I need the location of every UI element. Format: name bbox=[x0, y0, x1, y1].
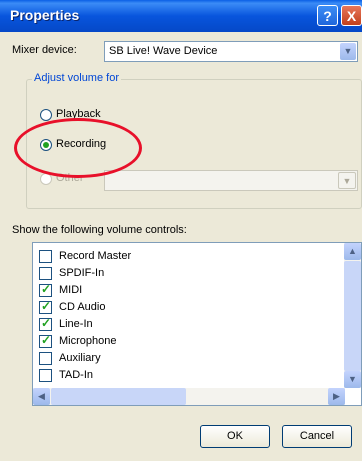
mixer-device-label: Mixer device: bbox=[12, 44, 77, 56]
close-icon: X bbox=[346, 8, 357, 24]
scroll-right-button[interactable]: ▶ bbox=[328, 388, 345, 405]
checkmark-icon: ✓ bbox=[41, 282, 52, 296]
properties-dialog: Properties ? X Mixer device: SB Live! Wa… bbox=[0, 0, 362, 461]
help-button[interactable]: ? bbox=[317, 5, 338, 26]
checkbox[interactable]: ✓ bbox=[39, 316, 52, 331]
checkmark-icon: ✓ bbox=[41, 316, 52, 330]
scroll-h-thumb[interactable] bbox=[51, 388, 186, 405]
checkbox[interactable]: ✓ bbox=[39, 333, 52, 348]
scroll-left-button[interactable]: ◀ bbox=[33, 388, 50, 405]
list-item-label: Record Master bbox=[59, 250, 132, 262]
checkbox[interactable]: ✓ bbox=[39, 282, 52, 297]
scroll-down-button[interactable]: ▼ bbox=[344, 371, 361, 388]
help-icon: ? bbox=[323, 8, 332, 24]
checkmark-icon: ✓ bbox=[41, 333, 52, 347]
list-item[interactable]: ✓ MIDI bbox=[33, 282, 333, 299]
list-item-label: Line-In bbox=[59, 318, 93, 330]
list-item-label: TAD-In bbox=[59, 369, 94, 381]
window-title: Properties bbox=[10, 7, 80, 23]
adjust-volume-title: Adjust volume for bbox=[32, 72, 121, 84]
ok-button[interactable]: OK bbox=[200, 425, 270, 448]
checkbox[interactable] bbox=[39, 250, 52, 263]
volume-controls-list[interactable]: Record Master SPDIF-In ✓ MIDI ✓ CD Audio ✓ Line… bbox=[32, 242, 362, 406]
mixer-device-value: SB Live! Wave Device bbox=[109, 45, 218, 57]
checkbox[interactable] bbox=[39, 267, 52, 280]
list-item[interactable]: ✓ CD Audio bbox=[33, 299, 333, 316]
checkbox[interactable] bbox=[39, 369, 52, 382]
checkbox[interactable] bbox=[39, 352, 52, 365]
close-button[interactable]: X bbox=[341, 5, 362, 26]
title-bar[interactable]: Properties ? X bbox=[0, 0, 362, 32]
controls-label: Show the following volume controls: bbox=[12, 224, 187, 236]
list-item-label: CD Audio bbox=[59, 301, 106, 313]
horizontal-scrollbar[interactable]: ◀ ▶ bbox=[33, 388, 345, 405]
vertical-scrollbar[interactable]: ▲ ▼ bbox=[344, 243, 361, 388]
list-item[interactable]: ✓ Microphone bbox=[33, 333, 333, 350]
list-item[interactable]: Record Master bbox=[33, 249, 333, 265]
list-item-label: MIDI bbox=[59, 284, 83, 296]
checkbox[interactable]: ✓ bbox=[39, 299, 52, 314]
list-item-label: Auxiliary bbox=[59, 352, 101, 364]
cancel-button[interactable]: Cancel bbox=[282, 425, 352, 448]
checkmark-icon: ✓ bbox=[41, 299, 52, 313]
list-item[interactable]: SPDIF-In bbox=[33, 266, 333, 282]
scroll-thumb[interactable] bbox=[344, 261, 361, 371]
chevron-down-icon[interactable]: ▼ bbox=[340, 43, 356, 60]
radio-playback-button[interactable] bbox=[40, 109, 52, 121]
list-item[interactable]: ✓ Line-In bbox=[33, 316, 333, 333]
highlight-annotation bbox=[14, 118, 142, 178]
list-item-label: Microphone bbox=[59, 335, 117, 347]
list-item[interactable]: Auxiliary bbox=[33, 351, 333, 367]
mixer-device-select[interactable]: SB Live! Wave Device ▼ bbox=[104, 41, 358, 62]
chevron-down-icon: ▼ bbox=[338, 172, 356, 189]
list-item-label: SPDIF-In bbox=[59, 267, 105, 279]
scroll-up-button[interactable]: ▲ bbox=[344, 243, 361, 260]
list-item[interactable]: TAD-In bbox=[33, 368, 333, 384]
other-device-select: ▼ bbox=[104, 170, 358, 191]
